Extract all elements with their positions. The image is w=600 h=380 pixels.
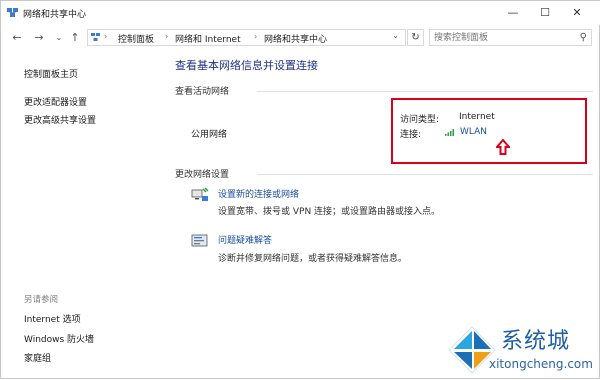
up-button[interactable]: ↑ <box>67 30 83 46</box>
breadcrumb-control-panel[interactable]: 控制面板 <box>118 32 154 45</box>
search-box: ⚲ <box>429 29 592 46</box>
back-button[interactable]: ← <box>9 30 25 46</box>
sidebar-item-change-advanced-sharing[interactable]: 更改高级共享设置 <box>24 113 96 126</box>
close-icon: ✕ <box>572 6 582 19</box>
active-networks-label: 查看活动网络 <box>175 87 230 97</box>
close-button[interactable]: ✕ <box>561 1 593 25</box>
back-arrow-icon: ← <box>12 31 22 44</box>
section-divider <box>257 174 593 175</box>
recent-locations-button[interactable]: ⌄ <box>51 30 67 46</box>
watermark-url: xitongcheng.com <box>489 357 593 371</box>
chevron-down-icon: ⌄ <box>55 33 63 42</box>
see-also-internet-options[interactable]: Internet 选项 <box>24 312 81 325</box>
see-also-windows-firewall[interactable]: Windows 防火墙 <box>24 332 94 345</box>
see-also-label: 另请参阅 <box>24 295 59 305</box>
highlight-annotation-box <box>391 98 587 164</box>
watermark-brand: 系统城 <box>501 329 571 354</box>
troubleshoot-icon <box>191 234 208 247</box>
left-pane: 控制面板主页 更改适配器设置 更改高级共享设置 另请参阅 Internet 选项… <box>1 51 146 380</box>
breadcrumb-separator-icon: › <box>254 32 258 41</box>
page-title: 查看基本网络信息并设置连接 <box>175 59 318 72</box>
setup-new-connection-link[interactable]: 设置新的连接或网络 <box>218 187 299 200</box>
forward-button[interactable]: → <box>31 30 47 46</box>
new-connection-icon <box>191 187 209 201</box>
minimize-icon: — <box>507 6 519 19</box>
navigation-bar: ← → ⌄ ↑ › 控制面板 › 网络和 Internet › 网络和共享中心 … <box>1 27 600 49</box>
forward-arrow-icon: → <box>34 31 44 44</box>
section-divider <box>257 91 593 92</box>
minimize-button[interactable]: — <box>497 1 529 25</box>
address-bar[interactable]: › 控制面板 › 网络和 Internet › 网络和共享中心 ⌄ <box>87 29 406 46</box>
setup-new-connection-desc: 设置宽带、拨号或 VPN 连接；或设置路由器或接入点。 <box>218 207 441 217</box>
breadcrumb-network-internet[interactable]: 网络和 Internet <box>175 32 241 45</box>
sidebar-item-change-adapter-settings[interactable]: 更改适配器设置 <box>24 95 87 108</box>
up-arrow-icon: ↑ <box>70 31 80 44</box>
address-dropdown-icon[interactable]: ⌄ <box>392 31 399 40</box>
see-also-homegroup[interactable]: 家庭组 <box>24 351 51 364</box>
breadcrumb-network-sharing-center[interactable]: 网络和共享中心 <box>264 32 327 45</box>
title-bar: 网络和共享中心 — ☐ ✕ <box>1 1 600 25</box>
network-name: 公用网络 <box>191 130 228 140</box>
breadcrumb-separator-icon: › <box>104 32 108 41</box>
window-title: 网络和共享中心 <box>23 10 87 20</box>
control-panel-icon <box>91 33 100 41</box>
troubleshoot-problems-desc: 诊断并修复网络问题，或者获得疑难解答信息。 <box>218 254 408 264</box>
up-arrow-annotation-icon <box>496 139 510 155</box>
network-center-icon <box>7 8 18 17</box>
breadcrumb-separator-icon: › <box>165 32 169 41</box>
watermark: 系统城 xitongcheng.com <box>443 321 600 380</box>
troubleshoot-problems-link[interactable]: 问题疑难解答 <box>218 233 272 246</box>
refresh-icon: ↻ <box>411 32 420 43</box>
sidebar-item-control-panel-home[interactable]: 控制面板主页 <box>24 67 78 80</box>
maximize-icon: ☐ <box>540 6 550 19</box>
window: 网络和共享中心 — ☐ ✕ ← → ⌄ ↑ › 控制面板 › 网络和 Inter… <box>0 0 600 379</box>
maximize-button[interactable]: ☐ <box>529 1 561 25</box>
change-network-settings-label: 更改网络设置 <box>175 170 230 180</box>
search-input[interactable] <box>434 31 574 44</box>
search-icon[interactable]: ⚲ <box>580 32 587 43</box>
refresh-button[interactable]: ↻ <box>407 29 424 46</box>
